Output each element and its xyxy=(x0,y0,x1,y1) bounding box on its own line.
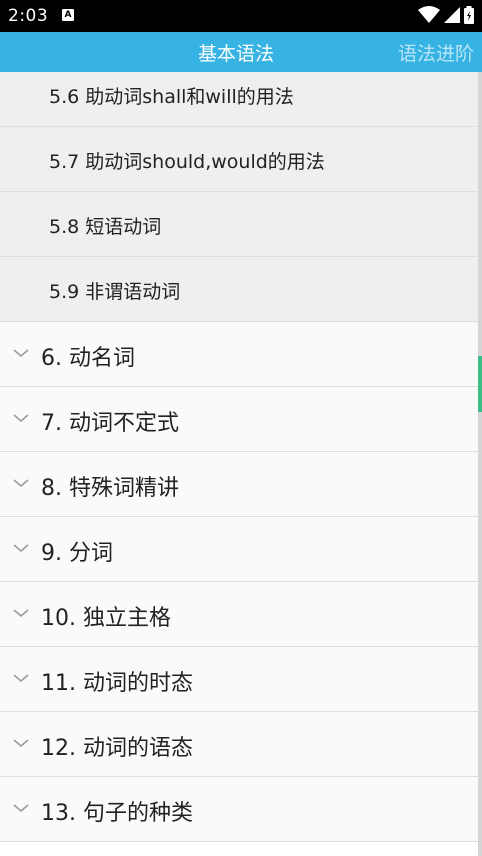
sub-item-label: 5.8 短语动词 xyxy=(49,216,162,238)
group-label: 11. 动词的时态 xyxy=(41,671,193,696)
group-row[interactable]: 9. 分词 xyxy=(0,517,478,582)
cell-signal-icon xyxy=(444,7,460,23)
chevron-down-icon xyxy=(13,479,29,488)
group-row[interactable]: 13. 句子的种类 xyxy=(0,777,478,842)
tab-bar: 基本语法 语法进阶 xyxy=(0,32,482,72)
chevron-down-icon xyxy=(13,349,29,358)
status-time: 2:03 xyxy=(8,6,49,26)
wifi-icon xyxy=(418,6,440,23)
sub-item-label: 5.7 助动词should,would的用法 xyxy=(49,151,325,173)
status-icons xyxy=(415,6,474,26)
battery-icon xyxy=(464,6,474,24)
group-label: 6. 动名词 xyxy=(41,346,135,371)
tab-basic-grammar[interactable]: 基本语法 xyxy=(198,39,274,66)
group-row[interactable]: 8. 特殊词精讲 xyxy=(0,452,478,517)
chevron-down-icon xyxy=(13,804,29,813)
sub-item-label: 5.6 助动词shall和will的用法 xyxy=(49,86,294,108)
list-item[interactable]: 5.9 非谓语动词 xyxy=(0,257,478,322)
group-label: 13. 句子的种类 xyxy=(41,801,193,826)
sub-item-label: 5.9 非谓语动词 xyxy=(49,281,181,303)
group-label: 7. 动词不定式 xyxy=(41,411,179,436)
group-label: 8. 特殊词精讲 xyxy=(41,476,179,501)
adjacent-page-accent xyxy=(478,356,482,412)
group-label: 10. 独立主格 xyxy=(41,606,171,631)
group-row[interactable]: 10. 独立主格 xyxy=(0,582,478,647)
chevron-down-icon xyxy=(13,739,29,748)
list-item[interactable]: 5.8 短语动词 xyxy=(0,192,478,257)
group-row[interactable]: 7. 动词不定式 xyxy=(0,387,478,452)
chevron-down-icon xyxy=(13,609,29,618)
status-bar: 2:03 A xyxy=(0,0,482,32)
group-row[interactable]: 6. 动名词 xyxy=(0,322,478,387)
group-row[interactable]: 11. 动词的时态 xyxy=(0,647,478,712)
group-row[interactable]: 12. 动词的语态 xyxy=(0,712,478,777)
chevron-down-icon xyxy=(13,544,29,553)
list-item[interactable]: 5.7 助动词should,would的用法 xyxy=(0,127,478,192)
grammar-list[interactable]: 5.6 助动词shall和will的用法 5.7 助动词should,would… xyxy=(0,72,478,856)
chevron-down-icon xyxy=(13,674,29,683)
chevron-down-icon xyxy=(13,414,29,423)
a-notification-icon: A xyxy=(62,9,74,21)
tab-advanced-grammar[interactable]: 语法进阶 xyxy=(398,39,474,66)
group-label: 9. 分词 xyxy=(41,541,113,566)
group-label: 12. 动词的语态 xyxy=(41,736,193,761)
list-item[interactable]: 5.6 助动词shall和will的用法 xyxy=(0,72,478,127)
adjacent-page-edge xyxy=(478,72,482,856)
